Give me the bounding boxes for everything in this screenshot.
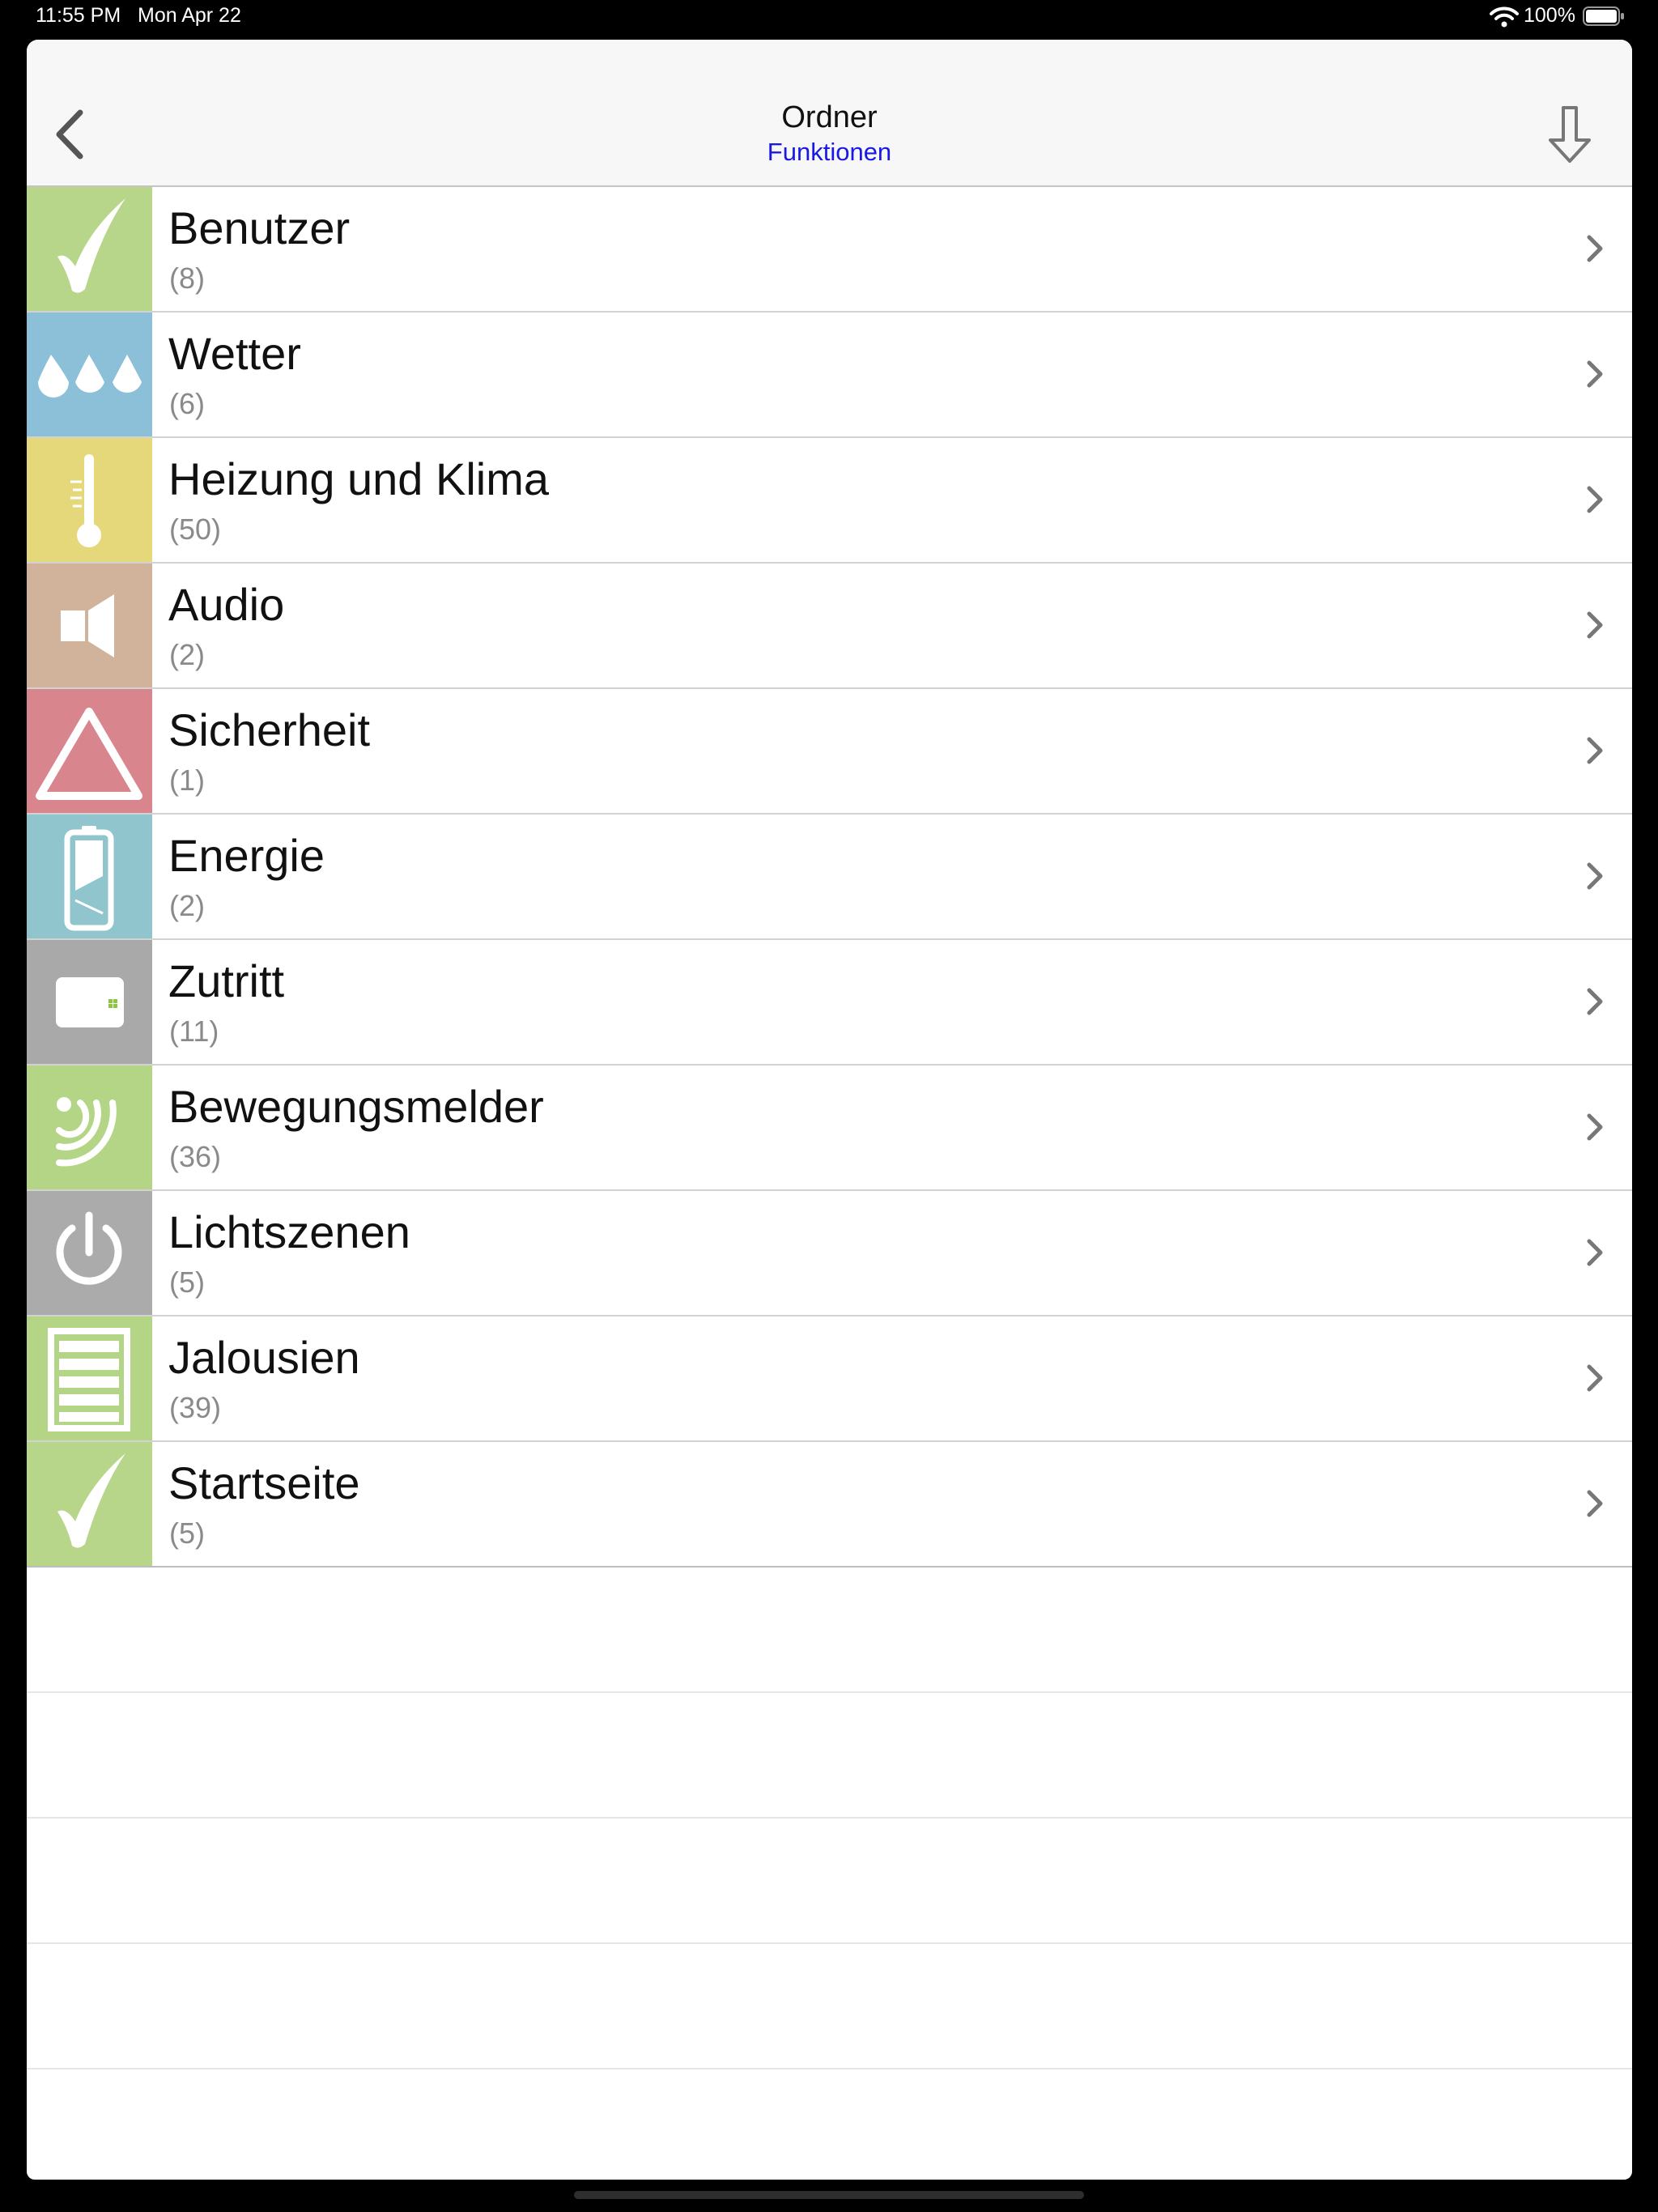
list-item-jalousien[interactable]: Jalousien (39) (27, 1317, 1632, 1442)
item-label: Benutzer (168, 202, 351, 253)
wifi-icon (1490, 6, 1519, 28)
item-count: (11) (169, 1015, 219, 1048)
item-count: (2) (169, 889, 205, 922)
item-label: Energie (168, 830, 325, 881)
item-count: (5) (169, 1516, 205, 1550)
empty-row (27, 1693, 1632, 1819)
item-label: Zutritt (168, 955, 285, 1006)
list-item-audio[interactable]: Audio (2) (27, 564, 1632, 689)
item-count: (50) (169, 513, 222, 546)
item-count: (8) (169, 262, 205, 295)
item-label: Lichtszenen (168, 1206, 410, 1257)
item-tile (27, 438, 152, 562)
chevron-right-icon (1587, 988, 1603, 1015)
item-label: Jalousien (168, 1332, 360, 1383)
list-item-benutzer[interactable]: Benutzer (8) (27, 187, 1632, 313)
chevron-right-icon (1587, 1490, 1603, 1517)
item-label: Wetter (168, 328, 301, 379)
list-item-startseite[interactable]: Startseite (5) (27, 1442, 1632, 1568)
water-drops-icon (38, 355, 142, 398)
battery-icon (64, 826, 114, 931)
list-item-sicherheit[interactable]: Sicherheit (1) (27, 689, 1632, 815)
battery-percentage: 100% (1524, 4, 1575, 27)
item-tile (27, 689, 152, 813)
thermometer-icon (70, 454, 101, 547)
empty-row (27, 1819, 1632, 1944)
download-arrow-icon[interactable] (1545, 104, 1594, 164)
warning-triangle-icon (36, 708, 142, 800)
item-count: (6) (169, 387, 205, 420)
chevron-right-icon (1587, 862, 1603, 890)
checkmark-icon (57, 1453, 125, 1548)
list-item-lichtszenen[interactable]: Lichtszenen (5) (27, 1191, 1632, 1317)
empty-row (27, 1944, 1632, 2069)
status-bar: 11:55 PM Mon Apr 22 100% (0, 0, 1658, 39)
item-count: (2) (169, 638, 205, 671)
list-item-bewegungsmelder[interactable]: Bewegungsmelder (36) (27, 1066, 1632, 1191)
motion-sensor-icon (56, 1097, 117, 1167)
item-tile (27, 313, 152, 436)
page-title: Ordner (781, 100, 878, 134)
function-list: Benutzer (8) Wetter (6) Heizung und Klim… (27, 187, 1632, 2069)
status-date: Mon Apr 22 (138, 4, 241, 27)
list-item-wetter[interactable]: Wetter (6) (27, 313, 1632, 438)
speaker-icon (61, 594, 114, 657)
page-subtitle: Funktionen (767, 138, 892, 166)
item-label: Heizung und Klima (168, 453, 550, 504)
item-tile (27, 815, 152, 938)
chevron-right-icon (1587, 611, 1603, 639)
item-label: Audio (168, 579, 285, 630)
access-card-icon (56, 977, 124, 1027)
item-tile (27, 1442, 152, 1566)
empty-row (27, 1568, 1632, 1693)
item-label: Bewegungsmelder (168, 1081, 544, 1132)
home-indicator[interactable] (574, 2191, 1084, 2199)
item-label: Startseite (168, 1457, 360, 1508)
item-label: Sicherheit (168, 704, 371, 755)
list-item-zutritt[interactable]: Zutritt (11) (27, 940, 1632, 1066)
status-time: 11:55 PM (36, 4, 121, 27)
item-tile (27, 1066, 152, 1189)
chevron-right-icon (1587, 235, 1603, 262)
list-item-heizung-und-klima[interactable]: Heizung und Klima (50) (27, 438, 1632, 564)
power-icon (56, 1211, 122, 1285)
chevron-right-icon (1587, 737, 1603, 764)
chevron-right-icon (1587, 1364, 1603, 1392)
battery-icon (1583, 6, 1624, 26)
folder-sheet: Ordner Funktionen Benutzer (8) Wetter (6… (27, 40, 1632, 2180)
item-tile (27, 187, 152, 311)
item-tile (27, 940, 152, 1064)
chevron-right-icon (1587, 1239, 1603, 1266)
checkmark-icon (57, 198, 125, 293)
chevron-right-icon (1587, 486, 1603, 513)
item-count: (5) (169, 1266, 205, 1299)
navigation-bar: Ordner Funktionen (27, 40, 1632, 187)
item-count: (36) (169, 1140, 222, 1173)
item-tile (27, 564, 152, 687)
chevron-right-icon (1587, 360, 1603, 388)
blinds-icon (48, 1328, 130, 1431)
item-count: (1) (169, 764, 205, 797)
item-tile (27, 1191, 152, 1315)
item-count: (39) (169, 1391, 222, 1424)
list-item-energie[interactable]: Energie (2) (27, 815, 1632, 940)
item-tile (27, 1317, 152, 1440)
chevron-right-icon (1587, 1113, 1603, 1141)
